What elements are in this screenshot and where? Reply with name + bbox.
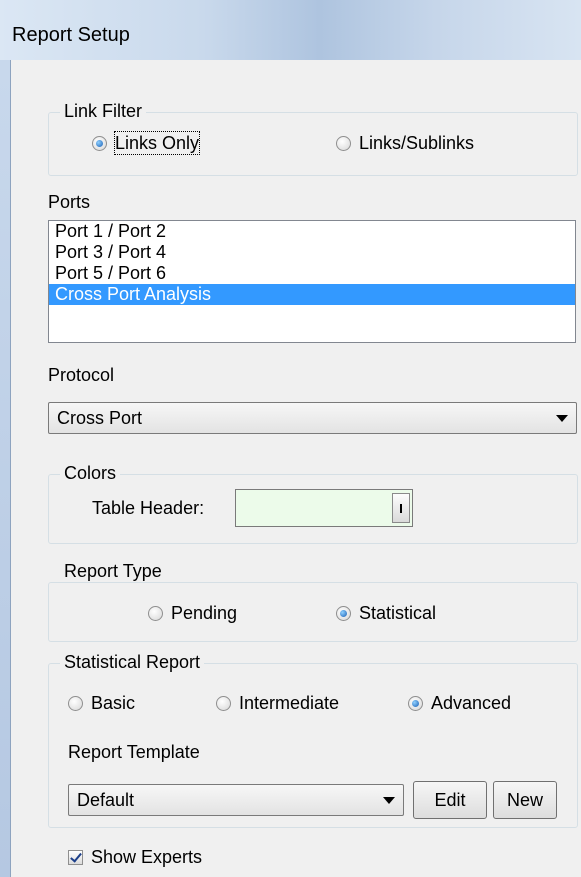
table-header-color-picker[interactable] (235, 489, 413, 527)
show-experts-label[interactable]: Show Experts (91, 846, 202, 868)
radio-pending[interactable]: Pending (148, 602, 237, 624)
report-template-value: Default (77, 790, 135, 810)
radio-basic[interactable]: Basic (68, 692, 135, 714)
window-title: Report Setup (12, 24, 130, 46)
chevron-down-icon[interactable] (556, 415, 568, 422)
list-item[interactable]: Port 3 / Port 4 (49, 242, 575, 263)
checkbox-indicator[interactable] (68, 849, 83, 865)
show-experts-checkbox[interactable]: Show Experts (68, 846, 202, 868)
link-filter-legend: Link Filter (60, 101, 147, 121)
statistical-report-legend: Statistical Report (60, 652, 205, 672)
edit-button[interactable]: Edit (413, 781, 487, 819)
colors-legend: Colors (60, 463, 121, 483)
radio-pending-label[interactable]: Pending (171, 602, 237, 624)
protocol-label: Protocol (48, 365, 115, 385)
radio-intermediate[interactable]: Intermediate (216, 692, 339, 714)
radio-advanced[interactable]: Advanced (408, 692, 511, 714)
list-item-selected[interactable]: Cross Port Analysis (49, 284, 575, 305)
radio-indicator[interactable] (68, 695, 83, 711)
radio-basic-label[interactable]: Basic (91, 692, 135, 714)
table-header-label: Table Header: (92, 498, 205, 518)
new-button[interactable]: New (493, 781, 557, 819)
radio-indicator[interactable] (336, 605, 351, 621)
radio-statistical[interactable]: Statistical (336, 602, 436, 624)
radio-indicator[interactable] (216, 695, 231, 711)
radio-advanced-label[interactable]: Advanced (431, 692, 511, 714)
report-type-legend: Report Type (60, 561, 166, 581)
radio-links-sublinks[interactable]: Links/Sublinks (336, 132, 474, 154)
ports-label: Ports (48, 192, 91, 212)
report-type-group (48, 582, 578, 642)
list-item[interactable]: Port 5 / Port 6 (49, 263, 575, 284)
report-template-dropdown[interactable]: Default (68, 784, 404, 816)
window-frame-left (0, 60, 11, 877)
color-picker-button[interactable] (392, 493, 410, 523)
title-bar: Report Setup (0, 0, 581, 60)
radio-links-only[interactable]: Links Only (92, 131, 201, 155)
radio-indicator[interactable] (148, 605, 163, 621)
radio-links-only-label[interactable]: Links Only (113, 131, 201, 155)
radio-indicator[interactable] (408, 695, 423, 711)
radio-indicator[interactable] (336, 135, 351, 151)
radio-intermediate-label[interactable]: Intermediate (239, 692, 339, 714)
radio-links-sublinks-label[interactable]: Links/Sublinks (359, 132, 474, 154)
protocol-dropdown[interactable]: Cross Port (48, 402, 577, 434)
ports-listbox[interactable]: Port 1 / Port 2 Port 3 / Port 4 Port 5 /… (48, 220, 576, 343)
list-item[interactable]: Port 1 / Port 2 (49, 221, 575, 242)
protocol-value: Cross Port (57, 408, 143, 428)
report-template-label: Report Template (68, 742, 200, 762)
radio-indicator[interactable] (92, 135, 107, 151)
radio-statistical-label[interactable]: Statistical (359, 602, 436, 624)
chevron-down-icon[interactable] (383, 797, 395, 804)
